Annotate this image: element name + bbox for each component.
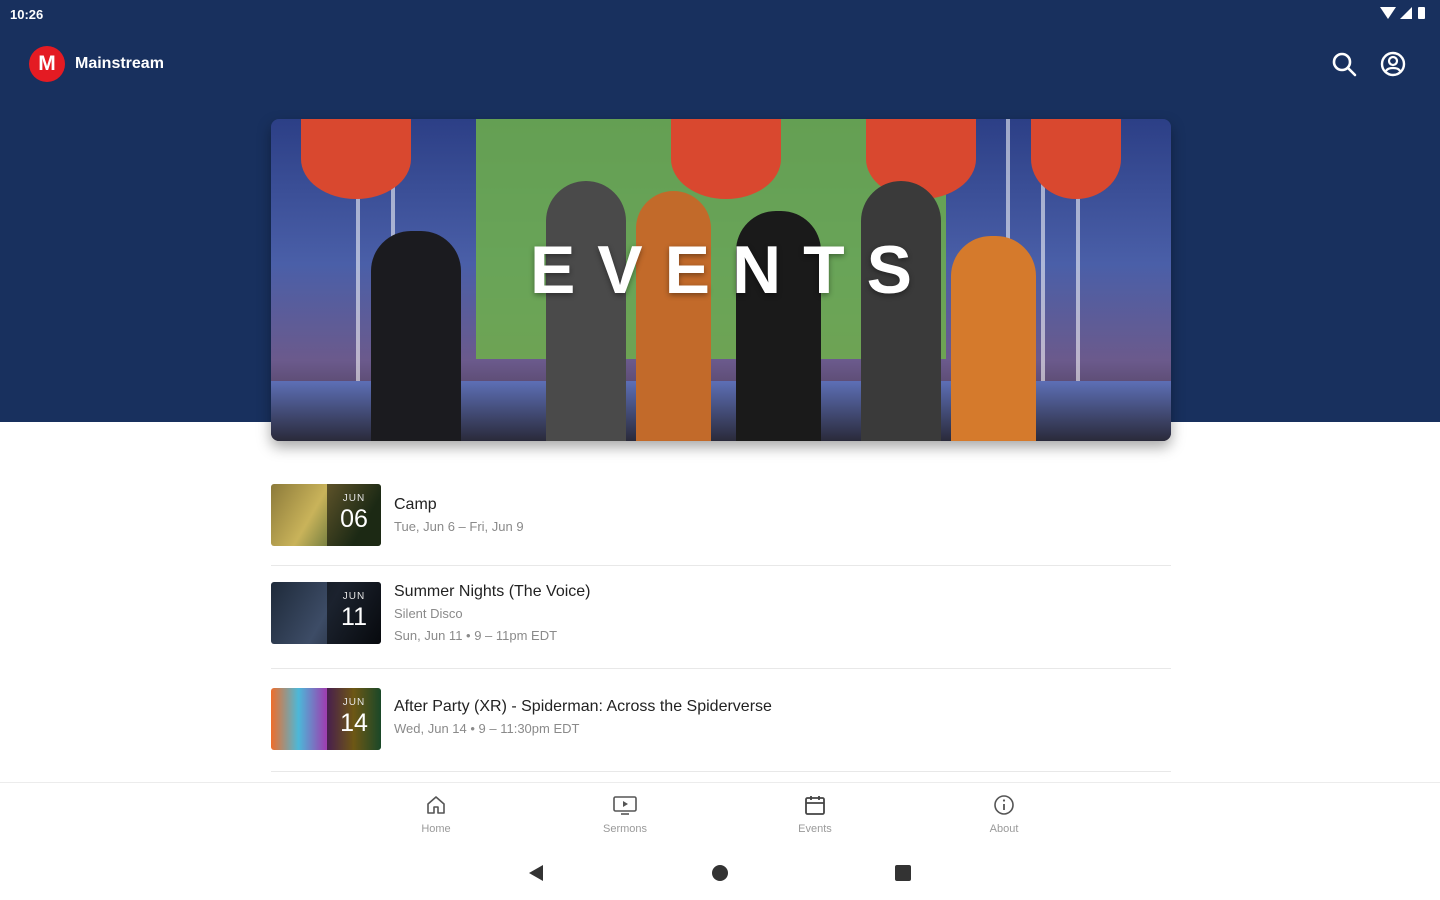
home-icon — [427, 796, 445, 814]
event-title: After Party (XR) - Spiderman: Across the… — [394, 698, 772, 715]
nav-sermons[interactable]: Sermons — [580, 793, 670, 835]
hero-flag — [1031, 119, 1121, 199]
battery-icon — [1418, 7, 1425, 19]
event-thumbnail: JUN 14 — [271, 688, 381, 750]
info-icon — [994, 795, 1014, 815]
app-bar: M Mainstream — [0, 40, 1440, 88]
date-day: 06 — [340, 505, 368, 533]
hero-dancer — [636, 191, 711, 441]
event-item[interactable]: JUN 11 Summer Nights (The Voice) Silent … — [271, 566, 1171, 669]
status-bar: 10:26 — [0, 0, 1440, 28]
account-circle-icon — [1380, 51, 1406, 77]
nav-label: Sermons — [602, 823, 648, 835]
status-time: 10:26 — [10, 7, 44, 22]
events-hero-banner: EVENTS — [271, 119, 1171, 441]
signal-icon — [1400, 7, 1412, 19]
tv-icon — [613, 796, 637, 815]
nav-label: Events — [798, 823, 832, 835]
mainstream-logo-icon[interactable]: M — [29, 46, 65, 82]
system-navigation-bar — [0, 846, 1440, 900]
date-month: JUN — [342, 697, 366, 708]
account-button[interactable] — [1379, 50, 1407, 78]
hero-flag — [671, 119, 781, 199]
recent-apps-icon[interactable] — [895, 865, 911, 881]
hero-dancer — [861, 181, 941, 441]
event-item[interactable]: JUN 06 Camp Tue, Jun 6 – Fri, Jun 9 — [271, 470, 1171, 566]
wifi-icon — [1380, 7, 1396, 19]
event-dates: Sun, Jun 11 • 9 – 11pm EDT — [394, 628, 558, 643]
date-day: 11 — [341, 603, 367, 631]
nav-events[interactable]: Events — [770, 793, 860, 835]
event-text: Summer Nights (The Voice) Silent Disco S… — [394, 581, 591, 647]
event-list: JUN 06 Camp Tue, Jun 6 – Fri, Jun 9 JUN … — [271, 470, 1171, 772]
date-badge: JUN 14 — [327, 688, 381, 750]
hero-flag — [301, 119, 411, 199]
nav-about[interactable]: About — [959, 793, 1049, 835]
date-badge: JUN 06 — [327, 484, 381, 546]
event-item[interactable]: JUN 14 After Party (XR) - Spiderman: Acr… — [271, 669, 1171, 772]
nav-label: About — [989, 823, 1019, 835]
event-text: Camp Tue, Jun 6 – Fri, Jun 9 — [394, 494, 524, 538]
nav-label: Home — [421, 823, 451, 835]
event-title: Summer Nights (The Voice) — [394, 583, 591, 600]
app-brand-name: Mainstream — [75, 55, 164, 72]
status-icons — [1380, 7, 1430, 21]
event-thumbnail: JUN 06 — [271, 484, 381, 546]
search-button[interactable] — [1330, 50, 1358, 78]
date-badge: JUN 11 — [327, 582, 381, 644]
home-circle-icon[interactable] — [712, 865, 728, 881]
bottom-navigation: Home Sermons Events About — [0, 782, 1440, 844]
hero-title: EVENTS — [529, 232, 935, 308]
event-thumbnail: JUN 11 — [271, 582, 381, 644]
event-dates: Tue, Jun 6 – Fri, Jun 9 — [394, 519, 524, 534]
event-title: Camp — [394, 496, 437, 513]
event-text: After Party (XR) - Spiderman: Across the… — [394, 696, 772, 740]
event-dates: Wed, Jun 14 • 9 – 11:30pm EDT — [394, 721, 580, 736]
date-month: JUN — [342, 591, 366, 602]
nav-home[interactable]: Home — [391, 793, 481, 835]
date-day: 14 — [340, 709, 368, 737]
search-icon — [1332, 52, 1357, 77]
hero-dancer — [546, 181, 626, 441]
calendar-icon — [805, 796, 825, 815]
back-icon[interactable] — [529, 865, 543, 881]
date-month: JUN — [342, 493, 366, 504]
event-subtitle: Silent Disco — [394, 606, 463, 621]
